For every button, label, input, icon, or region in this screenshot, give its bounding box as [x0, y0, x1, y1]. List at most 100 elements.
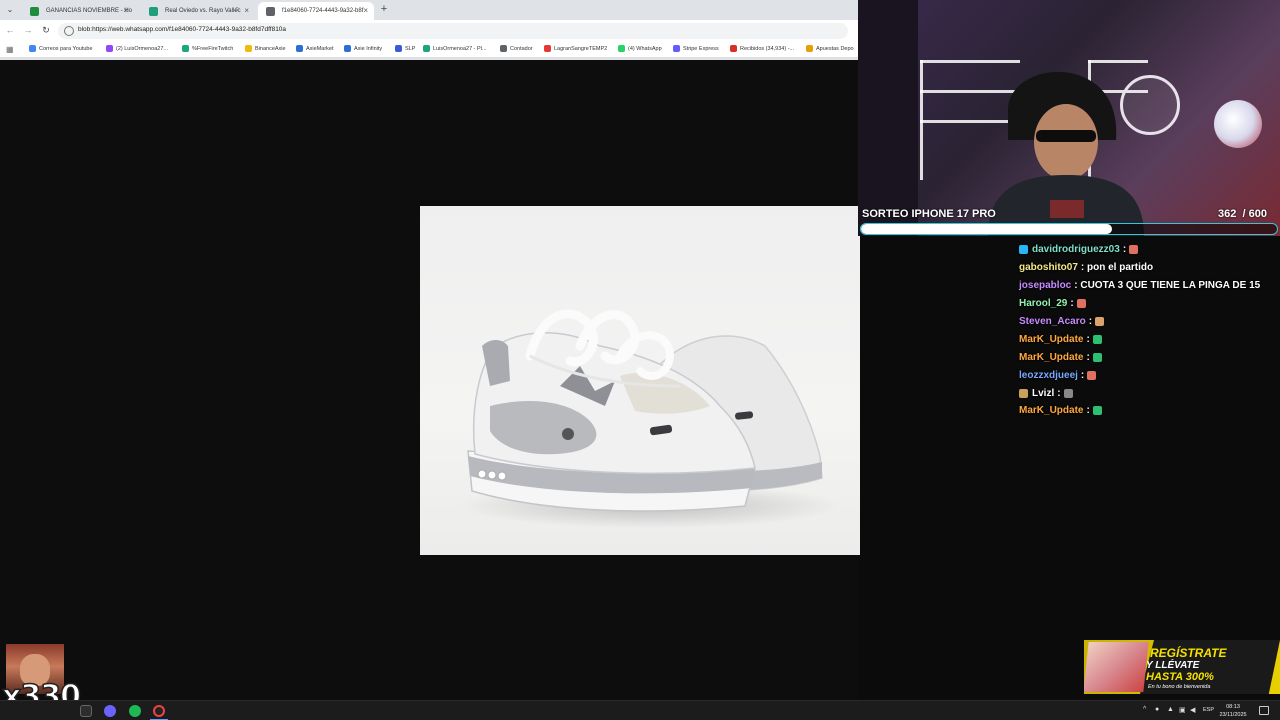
- chat-username[interactable]: davidrodriguezz03: [1032, 244, 1120, 255]
- clock[interactable]: 08:13 23/11/2025: [1216, 703, 1250, 719]
- webcam-feed: [858, 0, 1280, 236]
- tab-favicon-icon: [266, 7, 275, 16]
- bookmark-item[interactable]: Correos para Youtube: [29, 45, 93, 52]
- sneaker-photo: [420, 206, 860, 555]
- bookmark-favicon-icon: [423, 45, 430, 52]
- chat-text: :: [1086, 333, 1090, 345]
- shelf: [920, 60, 923, 180]
- chat-message: MarK_Update:: [1016, 402, 1280, 420]
- giveaway-current: 362: [1218, 208, 1237, 220]
- tab-favicon-icon: [149, 7, 158, 16]
- bookmark-item[interactable]: LagranSangreTEMP2: [544, 45, 607, 52]
- bookmark-item[interactable]: LuisOrmenoa27 - Pl...: [423, 45, 487, 52]
- notifications-icon[interactable]: [1259, 706, 1269, 715]
- spotify-icon[interactable]: [129, 705, 141, 717]
- chat-username[interactable]: Harool_29: [1019, 298, 1067, 309]
- chat-username[interactable]: Lvizl: [1032, 388, 1054, 399]
- site-info-icon[interactable]: [64, 26, 74, 36]
- tab-close-icon[interactable]: ×: [363, 6, 368, 15]
- bookmark-item[interactable]: Apuestas Depo: [806, 45, 854, 52]
- bookmark-item[interactable]: SLP: [395, 45, 415, 52]
- bookmark-item[interactable]: Recibidos (34,934) -...: [730, 45, 794, 52]
- bookmark-label: Contador: [510, 45, 533, 52]
- tab-search-icon[interactable]: ⌄: [4, 4, 16, 16]
- chat-message: leozzxdjueej:: [1016, 366, 1280, 384]
- bookmark-label: Axie Infinity: [354, 45, 383, 52]
- mic-icon[interactable]: ●: [1155, 706, 1159, 713]
- stream-screen: ⌄ GANANCIAS NOVIEMBRE - Ho × Real Oviedo v…: [0, 0, 1280, 720]
- bookmark-item[interactable]: BinanceAxie: [245, 45, 286, 52]
- bookmark-favicon-icon: [618, 45, 625, 52]
- bookmark-label: %FreeFireTwitch: [192, 45, 234, 52]
- reload-icon[interactable]: ↻: [40, 25, 52, 36]
- task-view-icon[interactable]: [80, 705, 92, 717]
- chat-badge-icon: [1019, 388, 1028, 398]
- browser-toolbar: ← → ↻ blob:https://web.whatsapp.com/f1e8…: [0, 20, 858, 42]
- tab-title: Real Oviedo vs. Rayo Vallec: [165, 8, 241, 14]
- shelf: [1088, 60, 1148, 63]
- chat-username[interactable]: Steven_Acaro: [1019, 316, 1086, 327]
- obs-icon[interactable]: [153, 705, 165, 717]
- sneaker-image: [460, 309, 840, 528]
- back-icon[interactable]: ←: [4, 25, 16, 35]
- chat-message: MarK_Update:: [1016, 330, 1280, 348]
- discord-icon[interactable]: [104, 705, 116, 717]
- bookmark-item[interactable]: Contador: [500, 45, 533, 52]
- promo-banner: REGÍSTRATE Y LLÉVATE HASTA 300% En tu bo…: [1084, 640, 1280, 694]
- chat-emote-icon: [1092, 352, 1102, 362]
- bookmark-favicon-icon: [245, 45, 252, 52]
- browser-tab[interactable]: Real Oviedo vs. Rayo Vallec ♫ ×: [141, 2, 255, 20]
- browser-tab[interactable]: GANANCIAS NOVIEMBRE - Ho ×: [22, 2, 134, 20]
- chat-emote-icon: [1092, 406, 1102, 416]
- bookmark-label: LuisOrmenoa27 - Pl...: [433, 45, 487, 52]
- tab-close-icon[interactable]: ×: [244, 6, 249, 15]
- bookmark-item[interactable]: Axie Infinity: [344, 45, 382, 52]
- shelf: [920, 60, 1020, 63]
- giveaway-progress-bar: [860, 223, 1278, 235]
- network-icon[interactable]: ▲: [1167, 706, 1174, 713]
- address-url[interactable]: blob:https://web.whatsapp.com/f1e84060-7…: [78, 26, 286, 33]
- apps-grid-icon[interactable]: ▦: [6, 45, 15, 54]
- bookmark-favicon-icon: [673, 45, 680, 52]
- chat-emote-icon: [1129, 245, 1139, 255]
- tab-title: f1e84060-7724-4443-9a32-b8f: [282, 8, 364, 14]
- bookmark-favicon-icon: [500, 45, 507, 52]
- browser-tab[interactable]: f1e84060-7724-4443-9a32-b8f ×: [258, 2, 374, 20]
- bookmark-favicon-icon: [730, 45, 737, 52]
- giveaway-total: / 600: [1242, 208, 1267, 220]
- chat-username[interactable]: MarK_Update: [1019, 334, 1083, 345]
- bookmark-label: Recibidos (34,934) -...: [740, 45, 795, 52]
- chat-username[interactable]: josepabloc: [1019, 280, 1071, 291]
- tab-close-icon[interactable]: ×: [123, 6, 128, 15]
- bookmark-item[interactable]: (4) WhatsApp: [618, 45, 662, 52]
- chat-text: :: [1088, 316, 1093, 327]
- bookmark-item[interactable]: (2) LuisOrmenoa27...: [106, 45, 168, 52]
- chat-message: MarK_Update:: [1016, 348, 1280, 366]
- clock-time: 08:13: [1226, 704, 1240, 710]
- chat-emote-icon: [1095, 317, 1105, 326]
- language-indicator[interactable]: ESP: [1203, 707, 1214, 713]
- chat-username[interactable]: leozzxdjueej: [1019, 370, 1078, 381]
- new-tab-button[interactable]: +: [378, 3, 390, 15]
- chat-username[interactable]: MarK_Update: [1019, 352, 1083, 363]
- display-icon[interactable]: ▣: [1179, 706, 1186, 714]
- bookmark-label: Stripe Express: [683, 45, 719, 52]
- chat-username[interactable]: MarK_Update: [1019, 405, 1083, 416]
- promo-line-1: REGÍSTRATE: [1150, 646, 1227, 660]
- forward-icon[interactable]: →: [22, 25, 34, 35]
- volume-icon[interactable]: ◀: [1190, 706, 1195, 714]
- tray-chevron-icon[interactable]: ^: [1143, 706, 1146, 713]
- browser-window: ⌄ GANANCIAS NOVIEMBRE - Ho × Real Oviedo v…: [0, 0, 858, 60]
- bookmark-item[interactable]: AxieMarket: [296, 45, 334, 52]
- chat-text: : pon el partido: [1080, 262, 1154, 274]
- dark-wall: [858, 0, 918, 236]
- tab-audio-icon[interactable]: ♫: [234, 6, 239, 13]
- bookmark-favicon-icon: [806, 45, 813, 52]
- bookmark-item[interactable]: Stripe Express: [673, 45, 719, 52]
- chat-text: :: [1086, 351, 1090, 363]
- chat-message: Harool_29:: [1016, 295, 1280, 313]
- bookmark-label: (2) LuisOrmenoa27...: [116, 45, 168, 52]
- address-bar[interactable]: blob:https://web.whatsapp.com/f1e84060-7…: [58, 23, 848, 39]
- chat-username[interactable]: gaboshito07: [1019, 262, 1078, 273]
- bookmark-item[interactable]: %FreeFireTwitch: [182, 45, 233, 52]
